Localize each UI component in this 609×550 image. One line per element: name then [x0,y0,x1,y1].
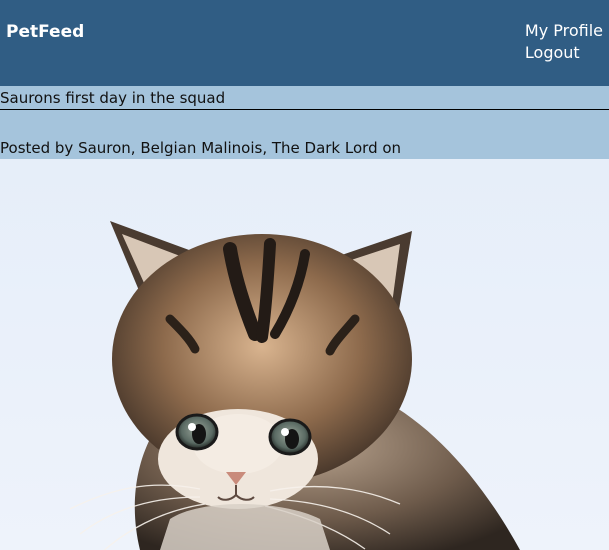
brand-logo-link[interactable]: PetFeed [6,22,84,42]
navbar: PetFeed My Profile Logout [0,0,609,86]
post-card: Saurons first day in the squad Posted by… [0,86,609,550]
petfeed-app: PetFeed My Profile Logout Saurons first … [0,0,609,550]
post-title-bar: Saurons first day in the squad [0,86,609,110]
kitten-photo [69,221,520,550]
nav-links: My Profile Logout [525,20,603,64]
post-meta-bar: Posted by Sauron, Belgian Malinois, The … [0,110,609,159]
my-profile-link[interactable]: My Profile [525,20,603,42]
logout-link[interactable]: Logout [525,42,580,64]
post-meta: Posted by Sauron, Belgian Malinois, The … [0,139,402,157]
post-image [0,159,609,550]
post-title: Saurons first day in the squad [0,89,226,107]
